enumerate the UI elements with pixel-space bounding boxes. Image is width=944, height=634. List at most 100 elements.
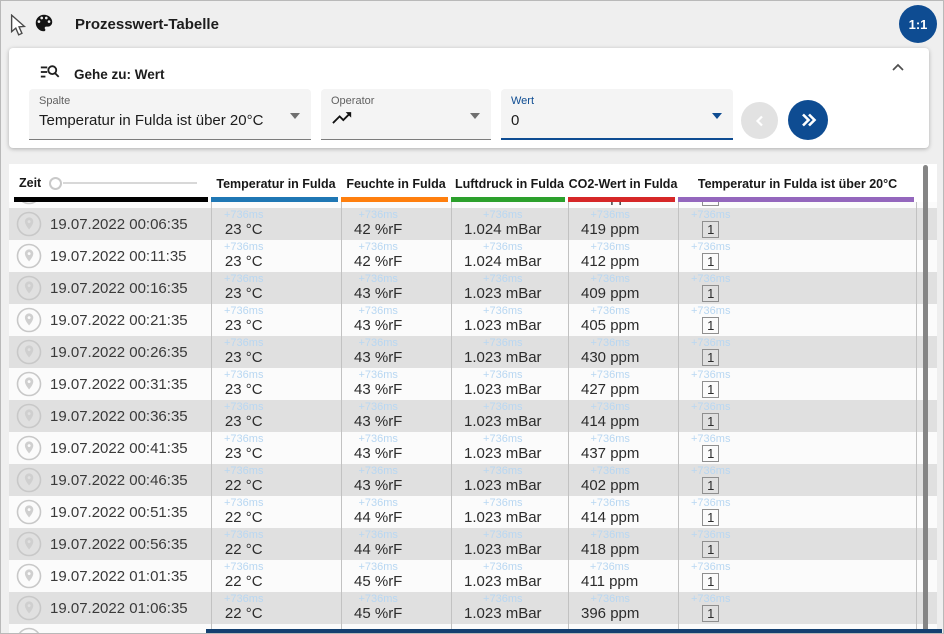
data-cell: +736ms1	[678, 272, 917, 304]
offset-label: +736ms	[483, 465, 523, 477]
time-cell: 19.07.2022 00:51:35	[9, 496, 211, 528]
location-pin-icon	[16, 211, 42, 237]
table-row[interactable]: 19.07.2022 00:51:35 +736ms 22 °C +736ms 44 %…	[9, 496, 937, 528]
time-cell: 19.07.2022 01:06:35	[9, 592, 211, 624]
location-pin-icon	[16, 435, 42, 461]
cell-value: 1	[691, 221, 730, 238]
cell-value: 45 %rF	[354, 605, 403, 622]
table-row[interactable]: 19.07.2022 00:26:35 +736ms 23 °C +736ms 43 %…	[9, 336, 937, 368]
column-select-label: Spalte	[39, 95, 71, 107]
offset-label: +736ms	[590, 241, 630, 253]
column-headers: Zeit Temperatur in Fulda Feuchte in Fulda…	[9, 164, 937, 192]
cell-value: 409 ppm	[581, 285, 640, 302]
cell-value: 42 %rF	[354, 202, 402, 206]
offset-label: +736ms	[358, 273, 398, 285]
column-header[interactable]: Temperatur in Fulda	[211, 164, 341, 191]
location-pin-icon	[16, 627, 42, 633]
goto-next-button[interactable]	[788, 100, 828, 140]
column-header[interactable]: CO2-Wert in Fulda	[568, 164, 678, 191]
data-cell: +736ms23 °C	[211, 368, 341, 400]
cell-value: 411 ppm	[581, 573, 639, 590]
offset-label: +736ms	[589, 561, 630, 573]
slider-handle[interactable]	[49, 176, 63, 190]
table-body: +736ms23 °C+736ms42 %rF+736ms1.024 mBar+…	[9, 202, 937, 633]
offset-label: +736ms	[483, 337, 523, 349]
data-cell: +736ms23 °C	[211, 240, 341, 272]
data-cell: +736ms1.024 mBar	[451, 208, 568, 240]
table-row[interactable]: 19.07.2022 01:06:35 +736ms 22 °C +736ms 45 %…	[9, 592, 937, 624]
column-header[interactable]: Feuchte in Fulda	[341, 164, 451, 191]
time-cell: 19.07.2022 00:31:35	[9, 368, 211, 400]
cell-value: 22 °C	[224, 573, 263, 590]
data-cell: +736ms1	[678, 592, 917, 624]
operator-select-label: Operator	[331, 95, 375, 107]
column-select[interactable]: Spalte Temperatur in Fulda ist über 20°C	[29, 89, 311, 140]
cell-value: 405 ppm	[581, 317, 640, 334]
table-row[interactable]: 19.07.2022 00:06:35 +736ms 23 °C +736ms 42 %…	[9, 208, 937, 240]
offset-label: +736ms	[483, 273, 523, 285]
offset-label: +736ms	[691, 529, 731, 541]
table-row[interactable]: 19.07.2022 00:16:35 +736ms 23 °C +736ms 43 %…	[9, 272, 937, 304]
cell-value: 23 °C	[224, 317, 263, 334]
offset-label: +736ms	[358, 401, 398, 413]
table-row[interactable]: 19.07.2022 00:36:35 +736ms 23 °C +736ms 43 %…	[9, 400, 937, 432]
data-cell: +736ms 22 °C	[211, 464, 341, 496]
row-timestamp: 19.07.2022 00:06:35	[50, 215, 188, 233]
offset-label: +736ms	[483, 305, 523, 317]
palette-icon[interactable]	[33, 12, 55, 39]
operator-select[interactable]: Operator	[321, 89, 491, 140]
location-pin-icon	[16, 307, 42, 333]
offset-label: +736ms	[691, 593, 731, 605]
offset-label: +736ms	[483, 433, 523, 445]
double-chevron-right-icon	[802, 113, 817, 127]
offset-label: +736ms	[358, 369, 398, 381]
value-select[interactable]: Wert 0	[501, 89, 733, 140]
offset-label: +736ms	[590, 433, 630, 445]
data-cell: +736ms 22 °C	[211, 496, 341, 528]
time-column-header[interactable]: Zeit	[9, 164, 211, 191]
filter-title: Gehe zu: Wert	[74, 67, 165, 82]
column-header[interactable]: Luftdruck in Fulda	[451, 164, 568, 191]
table-row[interactable]: 19.07.2022 01:01:35 +736ms 22 °C +736ms 45 %…	[9, 560, 937, 592]
cell-value: 1.023 mBar	[464, 509, 542, 526]
offset-label: +736ms	[590, 593, 630, 605]
data-cell: +736ms 22 °C	[211, 560, 341, 592]
time-cell: 19.07.2022 00:46:35	[9, 464, 211, 496]
table-row[interactable]: 19.07.2022 00:56:35 +736ms 22 °C +736ms 44 %…	[9, 528, 937, 560]
cell-value: 43 %rF	[354, 381, 403, 398]
data-cell: +736ms 43 %rF	[341, 272, 451, 304]
data-cell: +736ms1	[678, 368, 917, 400]
column-header[interactable]: Temperatur in Fulda ist über 20°C	[678, 164, 917, 191]
offset-label: +736ms	[224, 241, 264, 253]
zoom-ratio-badge[interactable]: 1:1	[899, 5, 937, 43]
collapse-chevron-up-icon[interactable]	[891, 60, 905, 78]
bool-value-box: 1	[702, 285, 720, 302]
cell-value: 23 °C	[224, 381, 263, 398]
cell-value: 427 ppm	[581, 381, 640, 398]
data-cell: +736ms1	[678, 240, 917, 272]
data-cell: +736ms 396 ppm	[568, 592, 678, 624]
data-cell: +736ms 1.023 mBar	[451, 336, 568, 368]
bool-value-box: 1	[702, 349, 720, 366]
data-cell: +736ms 44 %rF	[341, 528, 451, 560]
vertical-scrollbar[interactable]	[923, 165, 928, 633]
table-row[interactable]: 19.07.2022 00:41:35 +736ms 23 °C +736ms 43 %…	[9, 432, 937, 464]
offset-label: +736ms	[590, 401, 630, 413]
goto-previous-button[interactable]	[741, 102, 778, 139]
offset-label: +736ms	[224, 465, 264, 477]
data-cell: +736ms 43 %rF	[341, 464, 451, 496]
time-cell: 19.07.2022 00:36:35	[9, 400, 211, 432]
time-range-slider[interactable]	[49, 176, 199, 190]
cell-value: 414 ppm	[581, 509, 640, 526]
table-row[interactable]: 19.07.2022 00:11:35 +736ms 23 °C +736ms 42 %…	[9, 240, 937, 272]
location-pin-icon	[16, 371, 42, 397]
data-cell: +736ms 427 ppm	[568, 368, 678, 400]
horizontal-scrollbar[interactable]	[206, 629, 942, 633]
cell-value: 402 ppm	[581, 477, 640, 494]
offset-label: +736ms	[483, 529, 523, 541]
table-row[interactable]: 19.07.2022 00:21:35 +736ms 23 °C +736ms 43 %…	[9, 304, 937, 336]
table-row[interactable]: 19.07.2022 00:46:35 +736ms 22 °C +736ms 43 %…	[9, 464, 937, 496]
data-cell: +736ms23 °C	[211, 208, 341, 240]
row-timestamp: 19.07.2022 00:21:35	[50, 311, 188, 329]
table-row[interactable]: 19.07.2022 00:31:35 +736ms 23 °C +736ms 43 %…	[9, 368, 937, 400]
